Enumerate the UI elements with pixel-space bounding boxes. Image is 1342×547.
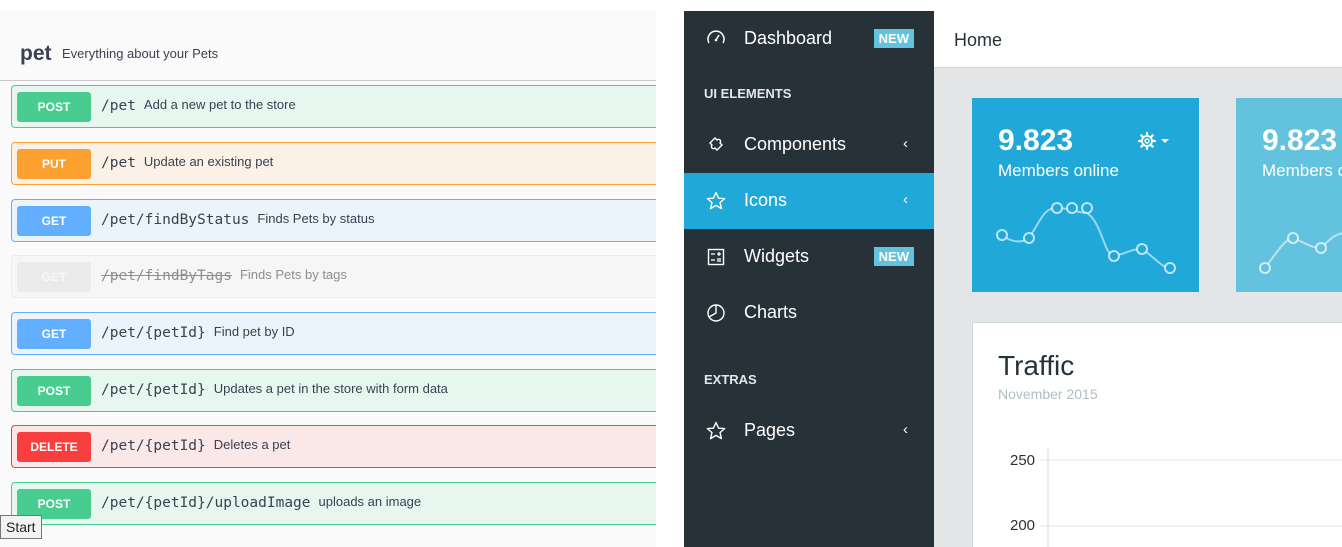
top-header: Home [934, 11, 1342, 68]
chevron-left-icon: ‹ [903, 191, 908, 208]
operation-row[interactable]: PUT /pet Update an existing pet [11, 142, 656, 185]
puzzle-icon [709, 137, 723, 151]
start-tooltip: Start [0, 515, 42, 539]
sidebar-item-components[interactable]: Components ‹ [684, 117, 934, 173]
operation-path: /pet/findByTags [101, 268, 232, 284]
operation-summary: Add a new pet to the store [143, 97, 296, 112]
sidebar-section-title: UI ELEMENTS [704, 86, 792, 101]
method-badge: GET [17, 262, 91, 292]
stat-label: Members online [1262, 161, 1342, 180]
operation-summary: Deletes a pet [213, 437, 291, 452]
operation-path: /pet/{petId} [101, 438, 206, 454]
operation-row-deprecated[interactable]: GET /pet/findByTags Finds Pets by tags [11, 255, 656, 298]
sidebar-item-widgets[interactable]: Widgets NEW [684, 229, 934, 285]
star-icon [706, 191, 726, 210]
admin-panel: Dashboard NEW UI ELEMENTS Components ‹ I… [684, 11, 1342, 547]
operation-path: /pet/findByStatus [101, 212, 250, 228]
header-home-link[interactable]: Home [954, 30, 1002, 51]
operation-summary: uploads an image [318, 494, 422, 509]
traffic-chart-grid [1040, 449, 1342, 547]
sidebar-item-label: Dashboard [744, 28, 833, 48]
stat-card: 9.823 Members online [1236, 98, 1342, 292]
sidebar-item-label: Pages [744, 420, 796, 440]
method-badge: POST [17, 92, 91, 122]
sparkline-chart [996, 202, 1176, 274]
method-badge: DELETE [17, 432, 91, 462]
pie-chart-icon [707, 304, 725, 322]
operation-summary: Find pet by ID [213, 324, 295, 339]
stat-card: 9.823 Members online [972, 98, 1199, 292]
sparkline-chart [1259, 232, 1342, 274]
new-badge: NEW [873, 247, 914, 266]
calculator-icon [707, 248, 725, 266]
operation-row[interactable]: GET /pet/{petId} Find pet by ID [11, 312, 656, 355]
sidebar-item-label: Widgets [744, 246, 810, 266]
operation-row[interactable]: POST /pet Add a new pet to the store [11, 85, 656, 128]
operation-row[interactable]: POST /pet/{petId}/uploadImage uploads an … [11, 482, 656, 525]
operation-summary: Finds Pets by status [257, 211, 375, 226]
sidebar-item-label: Charts [744, 302, 798, 322]
stat-value: 9.823 [998, 124, 1074, 157]
new-badge: NEW [873, 29, 914, 48]
method-badge: GET [17, 319, 91, 349]
stat-label: Members online [998, 161, 1119, 180]
sidebar-item-dashboard[interactable]: Dashboard NEW [684, 11, 934, 67]
chevron-left-icon: ‹ [903, 135, 908, 152]
sidebar: Dashboard NEW UI ELEMENTS Components ‹ I… [684, 11, 934, 547]
operation-path: /pet/{petId} [101, 325, 206, 341]
tag-description: Everything about your Pets [62, 46, 219, 61]
operation-row[interactable]: POST /pet/{petId} Updates a pet in the st… [11, 369, 656, 412]
operation-path: /pet [101, 155, 136, 171]
operation-path: /pet [101, 98, 136, 114]
speedometer-icon [707, 30, 725, 44]
method-badge: PUT [17, 149, 91, 179]
chevron-left-icon: ‹ [903, 421, 908, 438]
sidebar-item-label: Components [744, 134, 847, 154]
operation-row[interactable]: GET /pet/findByStatus Finds Pets by statu… [11, 199, 656, 242]
sidebar-section-title: EXTRAS [704, 372, 757, 387]
tag-name: pet [20, 42, 52, 65]
sidebar-item-pages[interactable]: Pages ‹ [684, 403, 934, 459]
method-badge: GET [17, 206, 91, 236]
operation-summary: Update an existing pet [143, 154, 274, 169]
stat-value: 9.823 [1262, 124, 1338, 157]
swagger-panel: pet Everything about your Pets POST /pet… [0, 11, 656, 547]
operation-summary: Finds Pets by tags [239, 267, 347, 282]
sidebar-item-icons[interactable]: Icons ‹ [684, 173, 934, 229]
sidebar-item-charts[interactable]: Charts [684, 285, 934, 341]
operation-path: /pet/{petId} [101, 382, 206, 398]
settings-dropdown-icon[interactable] [1137, 131, 1173, 151]
sidebar-item-label: Icons [744, 190, 788, 210]
operation-summary: Updates a pet in the store with form dat… [213, 381, 448, 396]
star-icon [706, 421, 726, 440]
operation-row[interactable]: DELETE /pet/{petId} Deletes a pet [11, 425, 656, 468]
method-badge: POST [17, 376, 91, 406]
operation-path: /pet/{petId}/uploadImage [101, 495, 311, 511]
tag-section-header[interactable]: pet Everything about your Pets [0, 11, 656, 81]
traffic-card: Traffic November 2015 250 200 [972, 322, 1342, 547]
